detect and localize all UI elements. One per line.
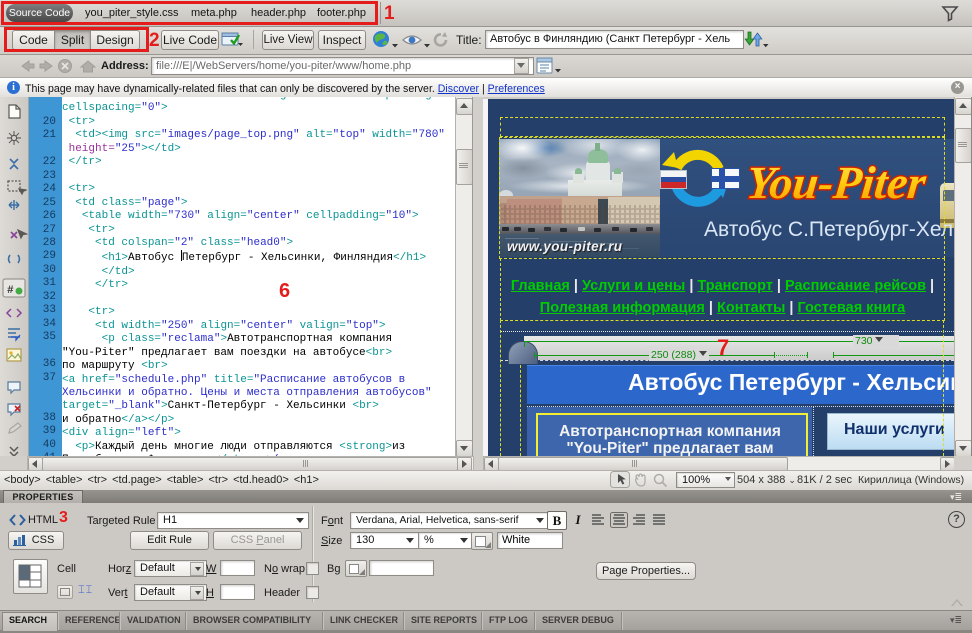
- svg-text:#: #: [7, 285, 14, 297]
